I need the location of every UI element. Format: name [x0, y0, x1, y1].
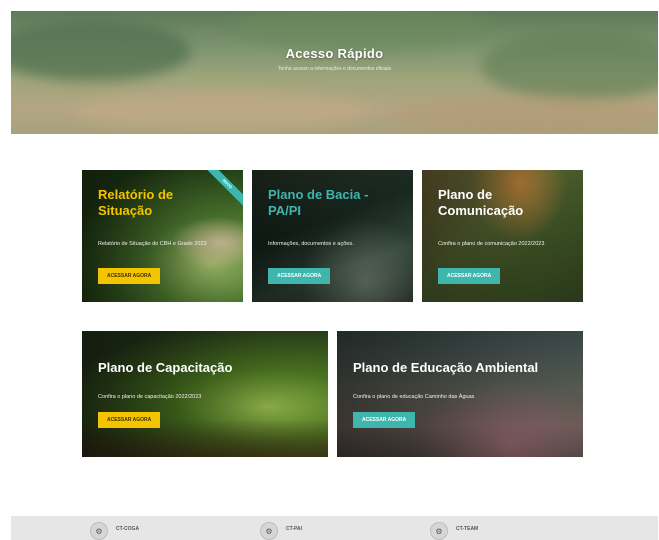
card-description: Confira o plano de capacitação 2022/2023 — [98, 394, 202, 400]
card-title: Plano de Educação Ambiental — [353, 360, 539, 375]
footer-item-label: CT-PAI — [286, 526, 303, 532]
access-now-button[interactable]: ACESSAR AGORA — [438, 268, 501, 284]
card-description: Confira o plano de comunicação 2022/2023 — [438, 241, 545, 247]
card-title: Plano de Bacia - PA/PI — [268, 187, 369, 218]
card-plano-capacitacao[interactable]: Plano de Capacitação Confira o plano de … — [82, 331, 328, 457]
footer-item-ct-team[interactable]: ⚙ CT-TEAM — [430, 522, 478, 540]
footer-item-ct-coga[interactable]: ⚙ CT-COGA — [90, 522, 139, 540]
card-description: Confira o plano de educação Caminho das … — [353, 394, 475, 400]
card-title: Relatório de Situação — [98, 187, 174, 218]
hero-subtitle: Tenha acesso a informações e documentos … — [277, 66, 392, 72]
access-now-button[interactable]: ACESSAR AGORA — [353, 412, 416, 428]
page: Acesso Rápido Tenha acesso a informações… — [0, 0, 659, 540]
seal-icon: ⚙ — [430, 522, 448, 540]
card-title: Plano de Capacitação — [98, 360, 233, 375]
hero-title: Acesso Rápido — [285, 46, 384, 61]
footer-item-label: CT-COGA — [116, 526, 140, 532]
card-plano-comunicacao[interactable]: Plano de Comunicação Confira o plano de … — [422, 170, 583, 302]
footer-item-label: CT-TEAM — [456, 526, 479, 532]
card-plano-educacao-ambiental[interactable]: Plano de Educação Ambiental Confira o pl… — [337, 331, 583, 457]
hero-banner: Acesso Rápido Tenha acesso a informações… — [11, 11, 658, 134]
footer-item-ct-pai[interactable]: ⚙ CT-PAI — [260, 522, 302, 540]
card-relatorio-situacao[interactable]: NOVO Relatório de Situação Relatório de … — [82, 170, 243, 302]
footer-bar: ⚙ CT-COGA ⚙ CT-PAI ⚙ CT-TEAM — [11, 516, 658, 540]
access-now-button[interactable]: ACESSAR AGORA — [268, 268, 331, 284]
card-title: Plano de Comunicação — [438, 187, 524, 218]
card-plano-bacia[interactable]: Plano de Bacia - PA/PI Informações, docu… — [252, 170, 413, 302]
seal-icon: ⚙ — [90, 522, 108, 540]
card-description: Relatório de Situação do CBH e Grade 202… — [98, 241, 207, 247]
access-now-button[interactable]: ACESSAR AGORA — [98, 268, 161, 284]
card-description: Informações, documentos e ações. — [268, 241, 354, 247]
access-now-button[interactable]: ACESSAR AGORA — [98, 412, 161, 428]
seal-icon: ⚙ — [260, 522, 278, 540]
